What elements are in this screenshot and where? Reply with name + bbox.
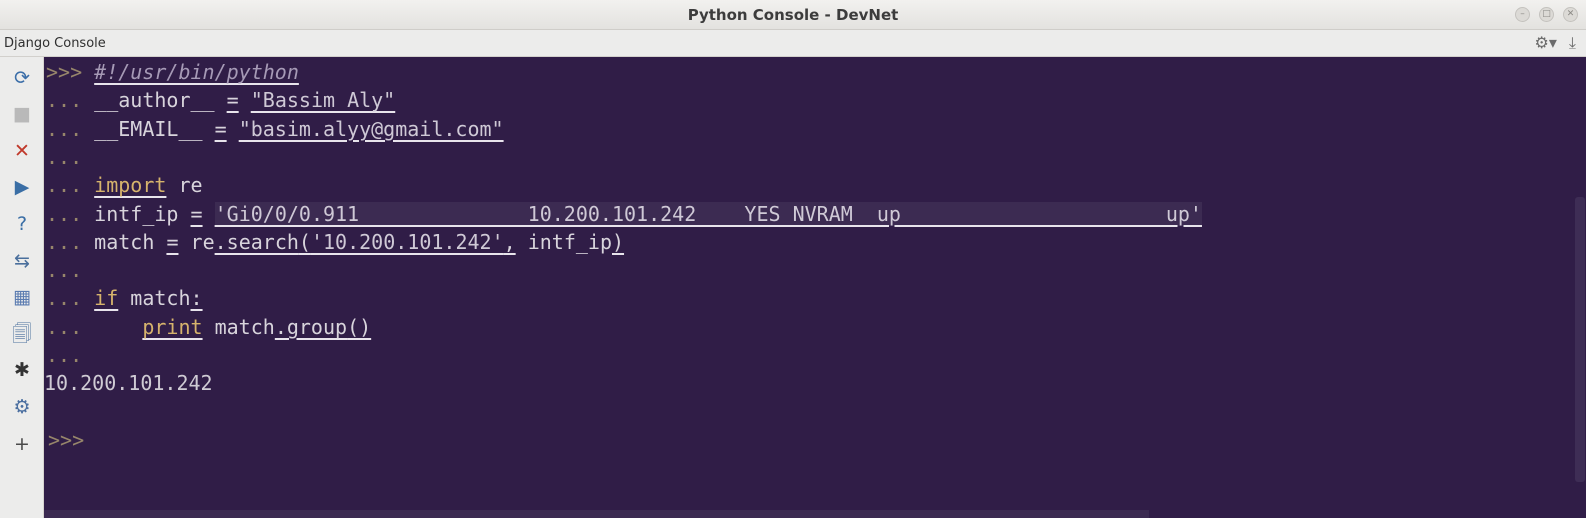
console-input-prompt[interactable]: >>> bbox=[48, 426, 84, 454]
console-prompt: ... bbox=[46, 88, 95, 113]
console-line: ... __author__ = "Bassim Aly" bbox=[46, 86, 395, 114]
debug-button[interactable]: ✱ bbox=[9, 358, 35, 384]
window-titlebar: Python Console - DevNet – □ ✕ bbox=[0, 0, 1586, 30]
code-token: __EMAIL__ bbox=[94, 116, 203, 141]
close-icon[interactable]: ✕ bbox=[1563, 7, 1578, 22]
console-prompt: ... bbox=[46, 201, 95, 226]
rerun-icon: ⟳ bbox=[14, 66, 30, 89]
code-token: = bbox=[166, 229, 179, 254]
console-prompt: ... bbox=[46, 229, 95, 254]
toolwindow-actions: ⚙▾ ⤓ bbox=[1535, 34, 1576, 52]
console-line: ... bbox=[46, 256, 94, 284]
console-prompt: ... bbox=[46, 258, 95, 283]
execute-button[interactable]: ▶ bbox=[9, 175, 35, 201]
console-result-output: 10.200.101.242 bbox=[44, 371, 213, 396]
console-prompt: ... bbox=[46, 286, 95, 311]
console-prompt: ... bbox=[46, 173, 95, 198]
window-title: Python Console - DevNet bbox=[687, 5, 899, 24]
code-token: () bbox=[347, 314, 372, 339]
code-token: intf_ip bbox=[94, 201, 179, 226]
window-controls: – □ ✕ bbox=[1515, 7, 1578, 22]
maximize-icon[interactable]: □ bbox=[1539, 7, 1554, 22]
code-token: import bbox=[94, 173, 167, 198]
code-token: , bbox=[503, 229, 516, 254]
console-prompt: >>> bbox=[46, 60, 95, 84]
hide-icon[interactable]: ⤓ bbox=[1569, 34, 1576, 52]
code-token: "basim.alyy@gmail.com" bbox=[238, 116, 504, 141]
console-prompt: ... bbox=[46, 343, 95, 367]
console-line: ... bbox=[46, 143, 94, 171]
code-token: .group bbox=[274, 314, 348, 339]
close-console-button[interactable]: ✕ bbox=[9, 138, 35, 164]
console-prompt: ... bbox=[46, 116, 95, 141]
history-button[interactable]: 🗐 bbox=[9, 321, 35, 347]
toolwindow-title[interactable]: Django Console bbox=[4, 36, 106, 51]
settings-toggle-icon: ⇆ bbox=[14, 249, 30, 272]
stop-button[interactable]: ■ bbox=[9, 102, 35, 128]
code-token: .search bbox=[214, 229, 299, 254]
play-icon: ▶ bbox=[14, 176, 30, 199]
console-line: ... intf_ip = 'Gi0/0/0.911 10.200.101.24… bbox=[46, 200, 1202, 228]
horizontal-scrollbar[interactable] bbox=[44, 510, 1149, 518]
code-token: match bbox=[202, 314, 275, 339]
console-line: ... import re bbox=[46, 171, 203, 199]
code-token: 'Gi0/0/0.911 10.200.101.242 YES NVRAM up… bbox=[214, 201, 1202, 226]
code-token: re bbox=[178, 229, 215, 254]
code-token: __author__ bbox=[94, 88, 215, 113]
minimize-icon[interactable]: – bbox=[1515, 7, 1530, 22]
bug-icon: ✱ bbox=[14, 359, 30, 382]
console-line: ... if match: bbox=[46, 284, 203, 312]
code-token: intf_ip bbox=[515, 229, 612, 254]
code-token: #!/usr/bin/python bbox=[94, 60, 299, 84]
help-button[interactable]: ? bbox=[9, 211, 35, 237]
code-token: re bbox=[166, 173, 203, 198]
code-token: = bbox=[190, 201, 203, 226]
gear-icon[interactable]: ⚙▾ bbox=[1535, 34, 1557, 52]
console-settings-button[interactable]: ⚙ bbox=[9, 394, 35, 420]
close-icon: ✕ bbox=[14, 139, 30, 162]
new-console-button[interactable]: + bbox=[9, 431, 35, 457]
console-prompt: ... bbox=[46, 314, 95, 339]
toolwindow-header: Django Console ⚙▾ ⤓ bbox=[0, 30, 1586, 57]
console-line: ... match = re.search('10.200.101.242', … bbox=[46, 228, 624, 256]
settings-toggle-button[interactable]: ⇆ bbox=[9, 248, 35, 274]
console-line: ... print match.group() bbox=[46, 313, 371, 341]
console-output-area[interactable]: >>> #!/usr/bin/python... __author__ = "B… bbox=[44, 57, 1586, 518]
help-icon: ? bbox=[16, 212, 28, 235]
rerun-console-button[interactable]: ⟳ bbox=[9, 65, 35, 91]
code-token: '10.200.101.242' bbox=[310, 229, 504, 254]
variables-view-button[interactable]: ▦ bbox=[9, 285, 35, 311]
plus-icon: + bbox=[14, 432, 30, 455]
stop-icon: ■ bbox=[13, 103, 31, 126]
console-line: >>> #!/usr/bin/python bbox=[46, 58, 299, 86]
console-prompt: ... bbox=[46, 144, 95, 169]
code-token: = bbox=[226, 88, 239, 113]
code-token: = bbox=[214, 116, 227, 141]
code-token: : bbox=[190, 286, 203, 311]
history-icon: 🗐 bbox=[12, 322, 32, 345]
code-token: ) bbox=[611, 229, 625, 254]
variables-icon: ▦ bbox=[13, 286, 31, 309]
console-line: ... bbox=[46, 341, 94, 369]
code-token: print bbox=[142, 314, 203, 339]
code-token: if bbox=[94, 286, 119, 311]
vertical-scrollbar[interactable] bbox=[1575, 197, 1585, 482]
code-token: ( bbox=[298, 229, 311, 254]
code-token: match bbox=[94, 229, 155, 254]
gear-icon: ⚙ bbox=[13, 395, 31, 418]
code-token: "Bassim Aly" bbox=[250, 88, 396, 113]
console-toolbar: ⟳ ■ ✕ ▶? ⇆ ▦ 🗐 ✱ ⚙ + bbox=[0, 57, 44, 518]
console-line: ... __EMAIL__ = "basim.alyy@gmail.com" bbox=[46, 115, 504, 143]
code-token: match bbox=[118, 286, 191, 311]
